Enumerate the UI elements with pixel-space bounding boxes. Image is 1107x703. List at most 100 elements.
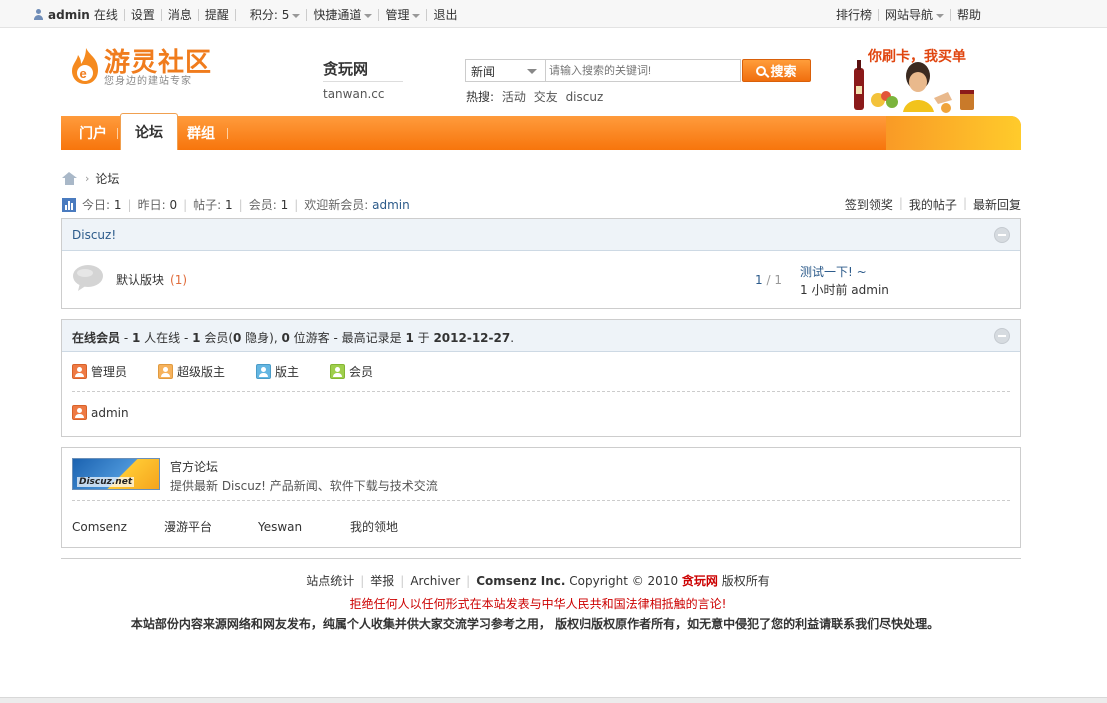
footer-site-link[interactable]: 贪玩网 [682,574,718,588]
forum-row: 默认版块 (1) 1 / 1 测试一下! ~ 1 小时前 admin [62,251,1020,309]
forum-category: Discuz! 默认版块 (1) 1 / 1 测试一下! ~ 1 小时前 admi… [61,218,1021,309]
forum-bubble-icon [73,265,103,291]
online-members-box: 在线会员 - 1 人在线 - 1 会员(0 隐身), 0 位游客 - 最高记录是… [61,319,1021,437]
hot-keyword[interactable]: discuz [566,90,604,104]
archiver-link[interactable]: Archiver [410,574,460,588]
text-link-comsenz[interactable]: Comsenz [72,520,127,534]
logout-link[interactable]: 退出 [427,6,463,23]
nav-tab-groups[interactable]: 群组 [187,116,215,150]
user-icon [33,8,44,21]
search-bar: 新闻 搜索 [465,59,811,82]
reminders-link[interactable]: 提醒 [199,6,235,23]
report-link[interactable]: 举报 [370,574,394,588]
official-forum-link[interactable]: 官方论坛 [170,458,218,475]
rankings-link[interactable]: 排行榜 [830,6,878,23]
discuz-logo-link[interactable]: Discuz.net [72,458,160,490]
divider [227,128,228,139]
copyright-text: Copyright © 2010 [569,574,679,588]
footer-warning: 拒绝任何人以任何形式在本站发表与中华人民共和国法律相抵触的言论! [349,597,727,611]
last-post-time: 1 小时前 [800,283,848,297]
legend-moderator: 版主 [256,363,299,380]
nav-tab-portal[interactable]: 门户 [79,116,107,150]
text-link-manyou[interactable]: 漫游平台 [164,518,212,535]
site-name: 贪玩网 [323,58,403,82]
points-label: 积分: 5 [249,8,290,22]
search-button[interactable]: 搜索 [742,59,811,82]
last-post-meta: 1 小时前 admin [800,281,889,298]
chevron-down-icon [412,13,421,18]
discuz-logo-text: Discuz.net [77,477,135,487]
manage-label: 管理 [385,8,410,22]
site-stats-link[interactable]: 站点统计 [306,574,354,588]
search-category-select[interactable]: 新闻 [465,59,545,82]
online-record: 1 [405,331,414,345]
chevron-down-icon [364,13,373,18]
text-link-yeswan[interactable]: Yeswan [258,520,302,534]
collapse-icon[interactable] [994,227,1010,243]
online-user-link[interactable]: admin [91,406,129,420]
category-title[interactable]: Discuz! [72,228,116,242]
top-toolbar: admin 在线 设置 消息 提醒 积分: 5 快捷通道 管理 退出 排行榜 网… [0,0,1107,28]
hot-search: 热搜: 活动 交友 discuz [466,88,603,105]
nav-tab-forum[interactable]: 论坛 [120,113,178,150]
stats-chart-icon [62,197,76,212]
online-header: 在线会员 - 1 人在线 - 1 会员(0 隐身), 0 位游客 - 最高记录是… [62,320,1020,352]
online-label[interactable]: 在线会员 [72,331,120,345]
last-post-link[interactable]: 测试一下! ~ [800,263,867,280]
search-category-value: 新闻 [471,65,496,79]
site-logo[interactable]: e 游灵社区 您身边的建站专家 [68,42,228,88]
forum-name-link[interactable]: 默认版块 [116,273,164,287]
search-icon [756,65,767,76]
ad-banner[interactable]: 你刷卡，我买单 [848,42,983,114]
divider: | [898,196,903,210]
super-moderator-user-icon [158,364,173,379]
text-link-mydomain[interactable]: 我的领地 [350,518,398,535]
messages-link[interactable]: 消息 [162,6,198,23]
forum-thread-count: 1 [755,273,763,287]
welcome-label: 欢迎新会员: [304,198,369,212]
logo-subtitle: 您身边的建站专家 [104,76,192,87]
main-nav: 门户 论坛 群组 [61,113,1021,150]
footer-note: 本站部份内容来源网络和网友发布，纯属个人收集并供大家交流学习参考之用， 版权归版… [130,617,940,631]
legend-super-moderator: 超级版主 [158,363,225,380]
company-link[interactable]: Comsenz Inc. [476,574,565,588]
online-status: 在线 [93,8,118,22]
divider [117,128,118,139]
hot-keyword[interactable]: 活动 [502,90,526,104]
online-user[interactable]: admin [72,405,129,420]
footer-links: 站点统计 | 举报 | Archiver | Comsenz Inc. Copyright … [306,574,770,588]
divider: | [238,197,243,212]
last-post-author[interactable]: admin [851,283,889,297]
points-menu[interactable]: 积分: 5 [236,6,307,23]
chevron-right-icon: › [85,172,90,185]
search-input[interactable] [545,59,741,82]
latest-replies-link[interactable]: 最新回复 [973,196,1021,213]
stat-posts-label: 帖子: [193,198,222,212]
moderator-user-icon [256,364,271,379]
chevron-down-icon [527,69,537,74]
divider: | [183,197,188,212]
settings-link[interactable]: 设置 [125,6,161,23]
breadcrumb: › 论坛 [62,170,119,187]
manage-menu[interactable]: 管理 [379,6,426,23]
stat-today: 1 [113,197,122,212]
my-posts-link[interactable]: 我的帖子 [909,196,957,213]
username-link[interactable]: admin [48,8,94,22]
help-link[interactable]: 帮助 [951,6,987,23]
newest-member-link[interactable]: admin [372,198,410,212]
site-nav-menu[interactable]: 网站导航 [879,6,950,23]
online-record-date: 2012-12-27 [433,331,511,345]
divider [72,391,1010,392]
checkin-link[interactable]: 签到领奖 [845,196,893,213]
forum-stats: 今日: 1 | 昨日: 0 | 帖子: 1 | 会员: 1 | 欢迎新会员: a… [62,196,410,213]
home-icon[interactable] [62,172,77,185]
hot-keyword[interactable]: 交友 [534,90,558,104]
quick-access-menu[interactable]: 快捷通道 [307,6,378,23]
collapse-icon[interactable] [994,328,1010,344]
quick-access-label: 快捷通道 [313,8,362,22]
stat-today-label: 今日: [82,198,111,212]
svg-text:e: e [80,66,87,81]
official-forum-desc: 提供最新 Discuz! 产品新闻、软件下载与技术交流 [170,479,438,493]
chevron-down-icon [292,13,301,18]
search-button-label: 搜索 [770,65,797,80]
